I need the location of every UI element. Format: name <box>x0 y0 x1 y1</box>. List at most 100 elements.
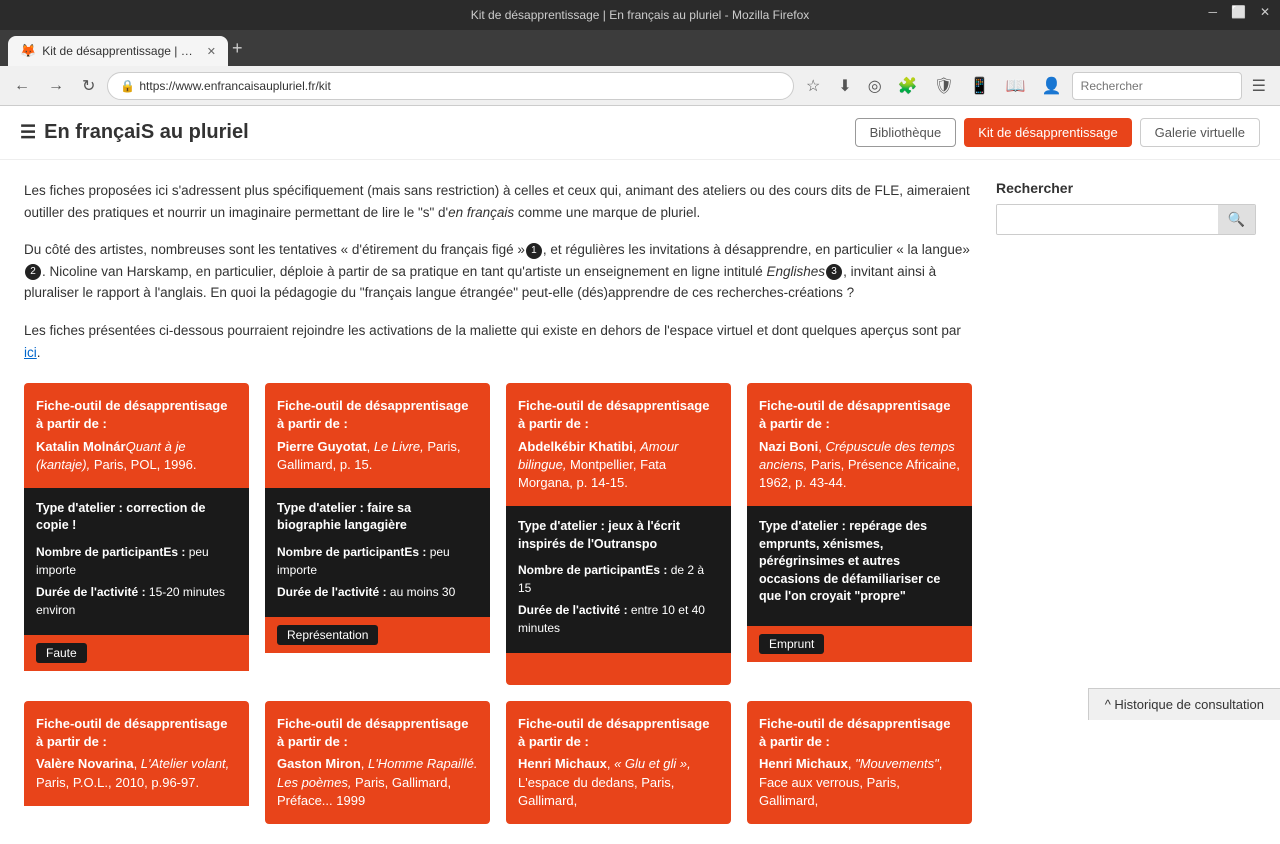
intro-paragraph1: Les fiches proposées ici s'adressent plu… <box>24 180 972 223</box>
card-1-title: Fiche-outil de désapprentisage à partir … <box>36 397 237 433</box>
intro-italic2: Englishes <box>767 264 826 279</box>
card-3-author: Abdelkébir Khatibi, Amour bilingue, Mont… <box>518 438 719 493</box>
intro-paragraph3: Les fiches présentées ci-dessous pourrai… <box>24 320 972 363</box>
site-title-area: ☰ En françaiS au pluriel <box>20 121 249 144</box>
card-4-author: Nazi Boni, Crépuscule des temps anciens,… <box>759 438 960 493</box>
card-1-body: Type d'atelier : correction de copie ! N… <box>24 488 249 635</box>
tab-close-icon[interactable]: ✕ <box>207 45 216 58</box>
browser-chrome: Kit de désapprentissage | En français au… <box>0 0 1280 106</box>
bookmark-button[interactable]: ☆ <box>800 72 826 100</box>
titlebar-text: Kit de désapprentissage | En français au… <box>471 8 810 22</box>
card-4-body: Type d'atelier : repérage des emprunts, … <box>747 506 972 626</box>
card-2-tag[interactable]: Représentation <box>277 625 378 645</box>
page-body: Les fiches proposées ici s'adressent plu… <box>0 160 1280 844</box>
card-1-footer: Faute <box>24 635 249 671</box>
card-3-footer <box>506 653 731 685</box>
nav-galerie[interactable]: Galerie virtuelle <box>1140 118 1260 147</box>
titlebar-icons: ─ ⬜ ✕ <box>1208 5 1270 19</box>
content-layout: Les fiches proposées ici s'adressent plu… <box>24 180 1256 824</box>
nav-bibliotheque[interactable]: Bibliothèque <box>855 118 957 147</box>
address-url: https://www.enfrancaisaupluriel.fr/kit <box>139 79 330 93</box>
browser-titlebar: Kit de désapprentissage | En français au… <box>0 0 1280 30</box>
intro-p3a: Les fiches présentées ci-dessous pourrai… <box>24 323 961 338</box>
card-6-author: Gaston Miron, L'Homme Rapaillé. Les poèm… <box>277 755 478 810</box>
browser-search-input[interactable] <box>1072 72 1242 100</box>
sidebar-search-button[interactable]: 🔍 <box>1218 205 1255 234</box>
card-4-header: Fiche-outil de désapprentisage à partir … <box>747 383 972 506</box>
card-3-info1: Nombre de participantEs : de 2 à 15 <box>518 561 719 597</box>
history-bar-label: ^ Historique de consultation <box>1105 697 1264 712</box>
extensions-button[interactable]: 🧩 <box>892 72 924 100</box>
card-5-author-rest: Paris, P.O.L., 2010, p.96-97. <box>36 775 199 790</box>
card-3-body: Type d'atelier : jeux à l'écrit inspirés… <box>506 506 731 653</box>
intro-p1b: comme une marque de pluriel. <box>514 205 700 220</box>
card-4-author-bold: Nazi Boni <box>759 439 818 454</box>
intro-p2c: . Nicoline van Harskamp, en particulier,… <box>42 264 767 279</box>
card-5-author: Valère Novarina, L'Atelier volant, Paris… <box>36 755 237 791</box>
card-1-author: Katalin MolnárQuant à je (kantaje), Pari… <box>36 438 237 474</box>
intro-p3b: . <box>37 345 41 360</box>
nav-kit[interactable]: Kit de désapprentissage <box>964 118 1131 147</box>
card-1-tag[interactable]: Faute <box>36 643 87 663</box>
browser-tabs: 🦊 Kit de désapprentissage | En ... ✕ + <box>0 30 1280 66</box>
card-5-author-italic: L'Atelier volant, <box>141 756 229 771</box>
back-button[interactable]: ← <box>8 73 36 99</box>
refresh-button[interactable]: ↻ <box>76 72 101 100</box>
card-2-header: Fiche-outil de désapprentisage à partir … <box>265 383 490 488</box>
card-2-body: Type d'atelier : faire sa biographie lan… <box>265 488 490 617</box>
footnote-1: 1 <box>526 243 542 259</box>
shield-icon[interactable]: 🛡 <box>928 72 960 100</box>
card-1-author-bold: Katalin Molnár <box>36 439 126 454</box>
card-1-author-rest: Paris, POL, 1996. <box>90 457 196 472</box>
intro-p2a: Du côté des artistes, nombreuses sont le… <box>24 242 525 257</box>
intro-paragraph2: Du côté des artistes, nombreuses sont le… <box>24 239 972 304</box>
history-bar[interactable]: ^ Historique de consultation <box>1088 688 1280 720</box>
card-4-tag[interactable]: Emprunt <box>759 634 824 654</box>
card-2-author-bold: Pierre Guyotat <box>277 439 367 454</box>
card-6-author-bold: Gaston Miron <box>277 756 361 771</box>
card-2-author: Pierre Guyotat, Le Livre, Paris, Gallima… <box>277 438 478 474</box>
card-7-title: Fiche-outil de désapprentisage à partir … <box>518 715 719 751</box>
intro-p2b: , et régulières les invitations à désapp… <box>543 242 970 257</box>
ici-link[interactable]: ici <box>24 345 37 360</box>
card-8-author-italic: "Mouvements" <box>855 756 939 771</box>
download-button[interactable]: ⬇ <box>832 72 857 100</box>
card-4-type: Type d'atelier : repérage des emprunts, … <box>759 518 960 606</box>
sidebar-search-box: 🔍 <box>996 204 1256 235</box>
site-nav: Bibliothèque Kit de désapprentissage Gal… <box>855 118 1260 147</box>
sidebar-search-input[interactable] <box>997 205 1218 234</box>
card-1-type: Type d'atelier : correction de copie ! <box>36 500 237 535</box>
tab-label: Kit de désapprentissage | En ... <box>42 44 197 58</box>
address-bar[interactable]: 🔒 https://www.enfrancaisaupluriel.fr/kit <box>107 72 794 100</box>
forward-button[interactable]: → <box>42 73 70 99</box>
reader-button[interactable]: 📖 <box>1000 72 1032 100</box>
card-2[interactable]: Fiche-outil de désapprentisage à partir … <box>265 383 490 685</box>
new-tab-button[interactable]: + <box>232 38 243 59</box>
card-2-author-italic: Le Livre, <box>374 439 424 454</box>
card-4-title: Fiche-outil de désapprentisage à partir … <box>759 397 960 433</box>
pocket-button[interactable]: ◎ <box>862 72 888 100</box>
card-2-info2: Durée de l'activité : au moins 30 <box>277 583 478 601</box>
card-2-footer: Représentation <box>265 617 490 653</box>
card-2-type: Type d'atelier : faire sa biographie lan… <box>277 500 478 535</box>
card-3-title: Fiche-outil de désapprentisage à partir … <box>518 397 719 433</box>
card-2-info1: Nombre de participantEs : peu importe <box>277 543 478 579</box>
cards-grid-row1: Fiche-outil de désapprentisage à partir … <box>24 383 972 685</box>
card-3[interactable]: Fiche-outil de désapprentisage à partir … <box>506 383 731 685</box>
card-7-author-bold: Henri Michaux <box>518 756 607 771</box>
main-content: Les fiches proposées ici s'adressent plu… <box>24 180 972 824</box>
card-1[interactable]: Fiche-outil de désapprentisage à partir … <box>24 383 249 685</box>
menu-button[interactable]: ☰ <box>1246 72 1272 100</box>
site-header: ☰ En françaiS au pluriel Bibliothèque Ki… <box>0 106 1280 160</box>
active-tab[interactable]: 🦊 Kit de désapprentissage | En ... ✕ <box>8 36 228 66</box>
page-content: ☰ En françaiS au pluriel Bibliothèque Ki… <box>0 106 1280 844</box>
card-4[interactable]: Fiche-outil de désapprentisage à partir … <box>747 383 972 685</box>
card-8-author: Henri Michaux, "Mouvements", Face aux ve… <box>759 755 960 810</box>
hamburger-icon[interactable]: ☰ <box>20 122 36 143</box>
browser-toolbar: ← → ↻ 🔒 https://www.enfrancaisaupluriel.… <box>0 66 1280 106</box>
card-7-author-rest: L'espace du dedans, Paris, Gallimard, <box>518 775 674 808</box>
responsive-button[interactable]: 📱 <box>964 72 996 100</box>
intro-italic1: en français <box>448 205 514 220</box>
sync-button[interactable]: 👤 <box>1036 72 1068 100</box>
sidebar-search-label: Rechercher <box>996 180 1256 196</box>
